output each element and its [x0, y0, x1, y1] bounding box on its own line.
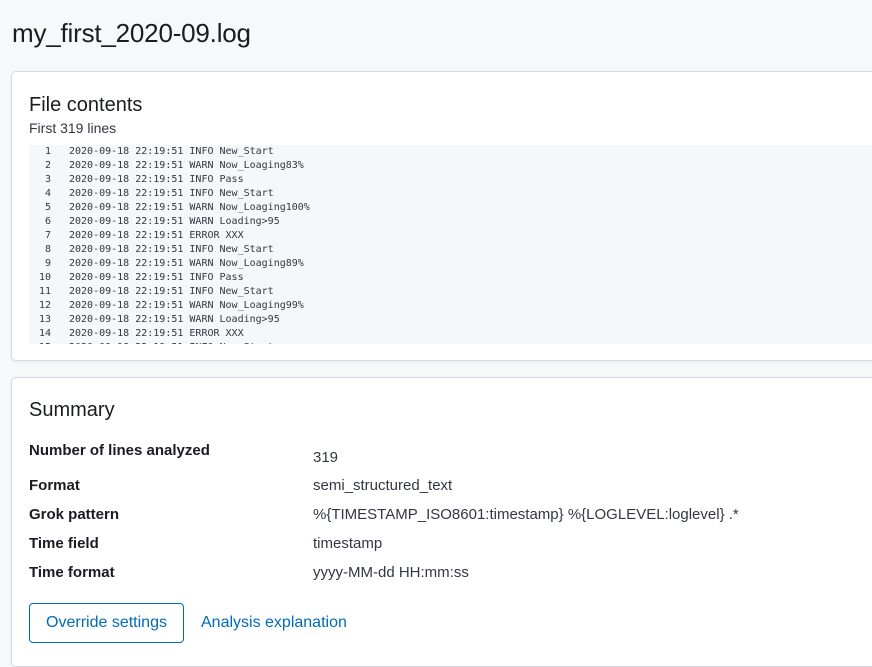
code-line-number: 11	[38, 286, 51, 297]
code-line-text: 2020-09-18 22:19:51 INFO Pass	[69, 174, 244, 185]
code-line-text: 2020-09-18 22:19:51 WARN Loading>95	[69, 216, 280, 227]
analysis-explanation-link[interactable]: Analysis explanation	[201, 614, 347, 632]
code-line: 3 2020-09-18 22:19:51 INFO Pass	[29, 173, 872, 187]
override-settings-button[interactable]: Override settings	[29, 603, 184, 643]
code-line-number: 14	[38, 328, 51, 339]
summary-value: semi_structured_text	[313, 477, 453, 494]
code-line-text: 2020-09-18 22:19:51 WARN Loading>95	[69, 314, 280, 325]
summary-key: Format	[29, 477, 80, 494]
code-line: 6 2020-09-18 22:19:51 WARN Loading>95	[29, 215, 872, 229]
code-line-number: 5	[44, 202, 51, 213]
code-line-number: 4	[44, 188, 51, 199]
code-line: 2 2020-09-18 22:19:51 WARN Now_Loaging83%	[29, 159, 872, 173]
code-line-text: 2020-09-18 22:19:51 ERROR XXX	[69, 230, 244, 241]
summary-table: Number of lines analyzed 319 Format semi…	[29, 442, 829, 593]
code-line-number: 3	[44, 174, 51, 185]
summary-key: Number of lines analyzed	[29, 442, 210, 459]
code-line-text: 2020-09-18 22:19:51 INFO New_Start	[69, 341, 872, 344]
code-line: 7 2020-09-18 22:19:51 ERROR XXX	[29, 229, 872, 243]
code-line: 4 2020-09-18 22:19:51 INFO New_Start	[29, 187, 872, 201]
code-line: 5 2020-09-18 22:19:51 WARN Now_Loaging100…	[29, 201, 872, 215]
code-line-text: 2020-09-18 22:19:51 WARN Now_Loaging89%	[69, 258, 304, 269]
summary-row-lines: Number of lines analyzed 319	[29, 442, 829, 477]
file-contents-subtitle: First 319 lines	[29, 120, 117, 136]
summary-key: Grok pattern	[29, 506, 120, 523]
code-line-text: 2020-09-18 22:19:51 INFO New_Start	[69, 286, 274, 297]
summary-row-format: Format semi_structured_text	[29, 477, 829, 506]
code-line-number: 8	[44, 244, 51, 255]
summary-value: timestamp	[313, 535, 383, 552]
code-line-text: 2020-09-18 22:19:51 ERROR XXX	[69, 328, 244, 339]
summary-value: %{TIMESTAMP_ISO8601:timestamp} %{LOGLEVE…	[313, 506, 739, 523]
summary-panel: Summary Number of lines analyzed 319 For…	[11, 377, 872, 667]
code-line-number: 12	[38, 300, 51, 311]
code-line-number: 9	[44, 258, 51, 269]
code-line-number: 2	[44, 160, 51, 171]
code-line-text: 2020-09-18 22:19:51 INFO Pass	[69, 272, 244, 283]
file-contents-panel: File contents First 319 lines 1 2020-09-1…	[11, 71, 872, 361]
summary-key: Time format	[29, 564, 115, 581]
code-line: 152020-09-18 22:19:51 INFO New_Start	[29, 341, 872, 344]
code-line: 14 2020-09-18 22:19:51 ERROR XXX	[29, 327, 872, 341]
code-line-text: 2020-09-18 22:19:51 INFO New_Start	[69, 244, 274, 255]
code-line-text: 2020-09-18 22:19:51 WARN Now_Loaging99%	[69, 300, 304, 311]
summary-value: 319	[313, 449, 339, 466]
code-line: 1 2020-09-18 22:19:51 INFO New_Start	[29, 145, 872, 159]
code-line-number: 1	[44, 146, 51, 157]
code-line: 9 2020-09-18 22:19:51 WARN Now_Loaging89%	[29, 257, 872, 271]
code-line: 12 2020-09-18 22:19:51 WARN Now_Loaging99…	[29, 299, 872, 313]
code-line-text: 2020-09-18 22:19:51 INFO New_Start	[69, 188, 274, 199]
file-contents-code[interactable]: 1 2020-09-18 22:19:51 INFO New_Start 2 2020…	[29, 145, 872, 344]
code-line-text: 2020-09-18 22:19:51 WARN Now_Loaging83%	[69, 160, 304, 171]
code-line-number: 13	[38, 314, 51, 325]
summary-row-time-field: Time field timestamp	[29, 535, 829, 564]
code-line-number: 7	[44, 230, 51, 241]
page-title: my_first_2020-09.log	[12, 18, 251, 48]
code-line: 8 2020-09-18 22:19:51 INFO New_Start	[29, 243, 872, 257]
code-line: 11 2020-09-18 22:19:51 INFO New_Start	[29, 285, 872, 299]
code-line: 10 2020-09-18 22:19:51 INFO Pass	[29, 271, 872, 285]
summary-row-time-format: Time format yyyy-MM-dd HH:mm:ss	[29, 564, 829, 593]
code-line-text: 2020-09-18 22:19:51 WARN Now_Loaging100%	[69, 202, 310, 213]
summary-value: yyyy-MM-dd HH:mm:ss	[313, 564, 469, 581]
code-line: 13 2020-09-18 22:19:51 WARN Loading>95	[29, 313, 872, 327]
summary-key: Time field	[29, 535, 99, 552]
code-line-number: 15	[29, 341, 69, 344]
summary-title: Summary	[29, 399, 115, 421]
code-line-number: 10	[38, 272, 51, 283]
file-contents-title: File contents	[29, 94, 143, 116]
code-line-text: 2020-09-18 22:19:51 INFO New_Start	[69, 146, 274, 157]
code-line-number: 6	[44, 216, 51, 227]
summary-row-grok: Grok pattern %{TIMESTAMP_ISO8601:timesta…	[29, 506, 829, 535]
